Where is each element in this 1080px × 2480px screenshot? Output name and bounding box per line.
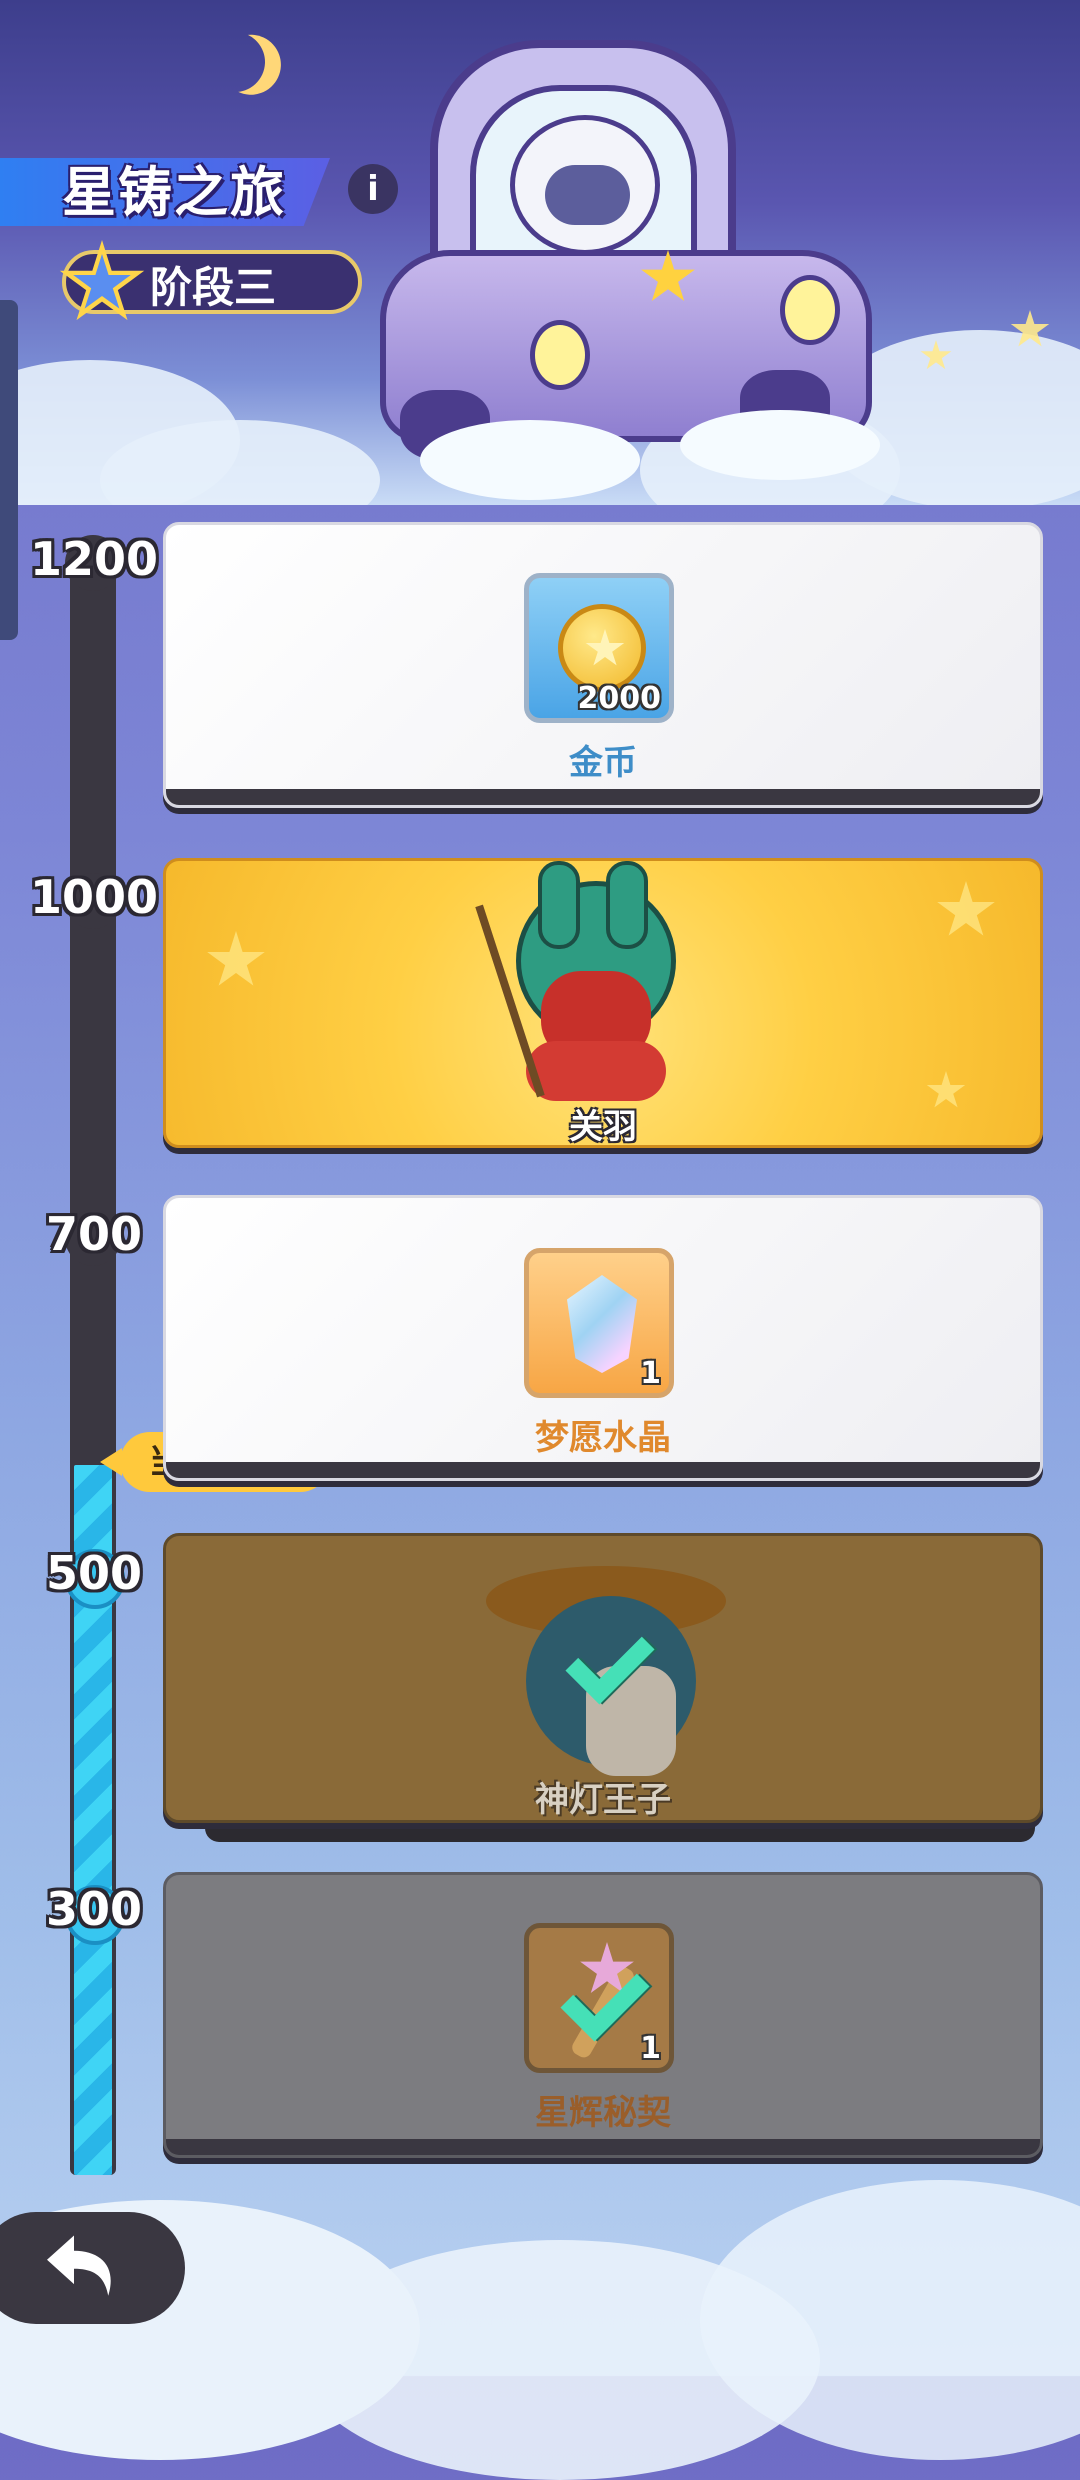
page-title: 星铸之旅 [62, 161, 286, 224]
reward-item: 1 [524, 1248, 674, 1398]
reward-card[interactable]: 神灯王子 [163, 1533, 1043, 1823]
milestone-label: 700 [45, 1207, 143, 1261]
gold-coin-icon [558, 604, 646, 692]
reward-card[interactable]: 2000 金币 [163, 522, 1043, 808]
reward-name: 神灯王子 [535, 1780, 671, 1820]
reward-name: 关羽 [569, 1107, 637, 1147]
dream-crystal-icon [567, 1275, 637, 1373]
moon-decoration [197, 24, 274, 101]
reward-name: 梦愿水晶 [535, 1418, 671, 1458]
milestone-label: 1200 [29, 532, 159, 586]
milestone-label: 500 [45, 1546, 143, 1600]
side-panel-tab[interactable] [0, 300, 18, 640]
reward-card[interactable]: 1 梦愿水晶 [163, 1195, 1043, 1481]
reward-name: 星辉秘契 [535, 2093, 671, 2133]
back-arrow-icon[interactable] [38, 2222, 128, 2312]
reward-quantity: 1 [640, 1356, 661, 1391]
reward-quantity: 1 [640, 2031, 661, 2066]
info-icon[interactable]: i [348, 164, 398, 214]
milestone-label: 1000 [29, 870, 159, 924]
reward-item: 2000 [524, 573, 674, 723]
reward-card[interactable]: 关羽 [163, 858, 1043, 1148]
reward-name: 金币 [569, 743, 637, 783]
reward-card[interactable]: 1 星辉秘契 [163, 1872, 1043, 2158]
milestone-label: 300 [45, 1882, 143, 1936]
stage-label: 阶段三 [150, 263, 277, 312]
reward-quantity: 2000 [577, 681, 662, 716]
